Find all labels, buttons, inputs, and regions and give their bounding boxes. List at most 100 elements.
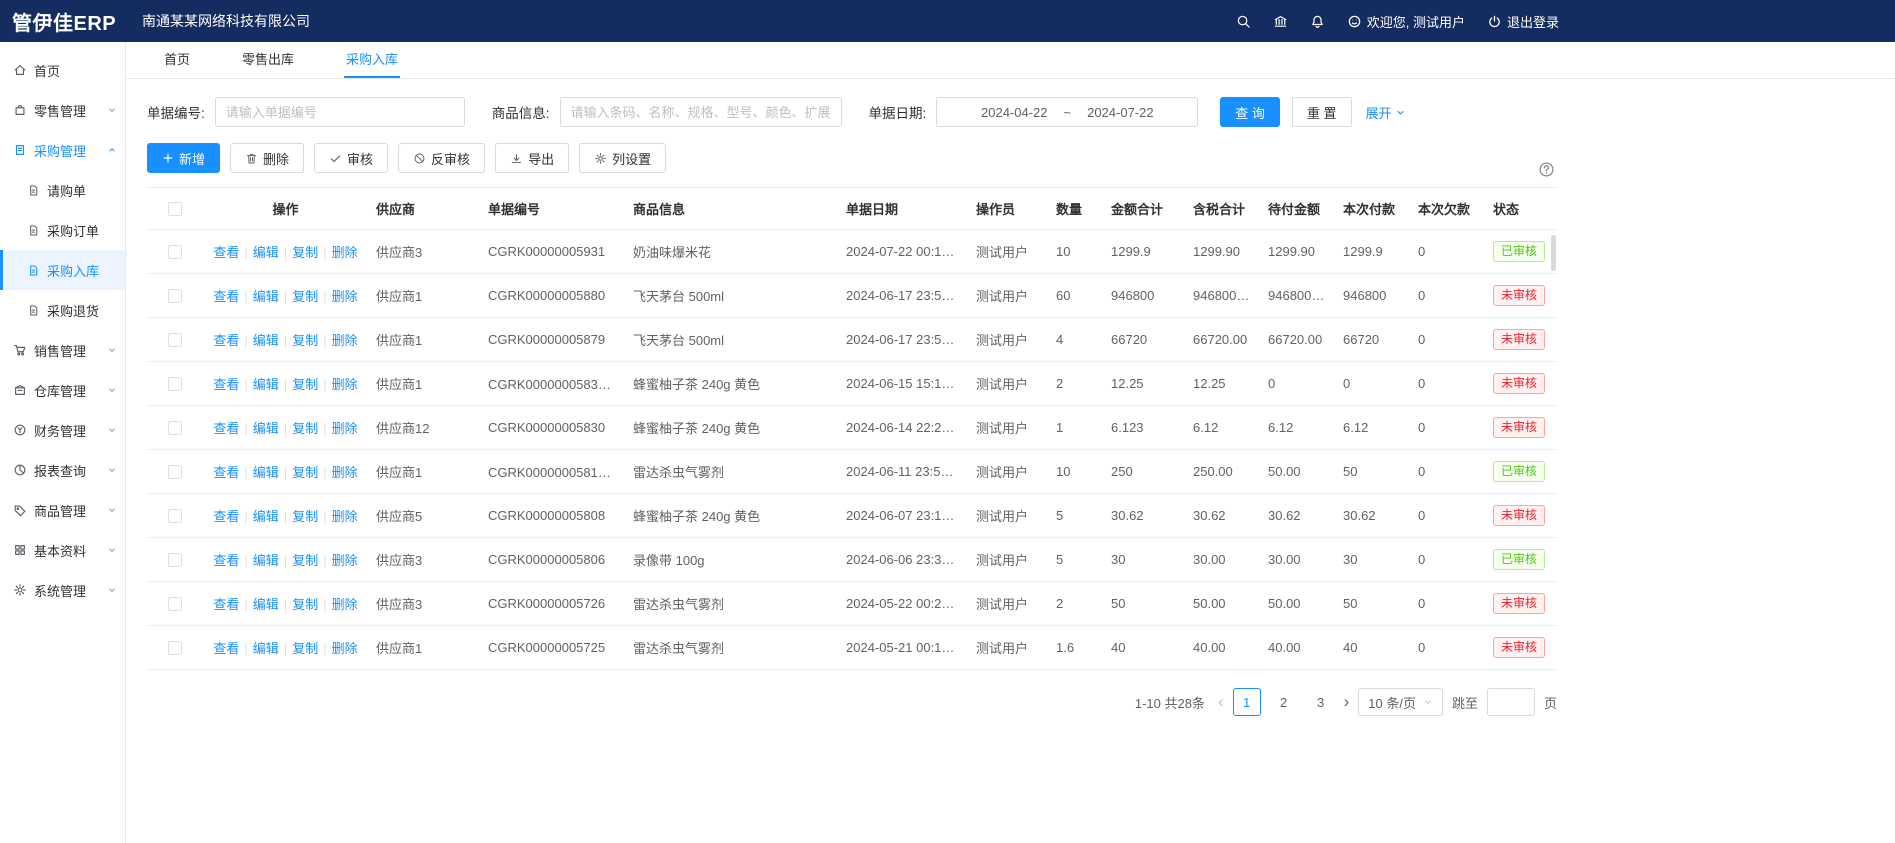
copy-link[interactable]: 复制 — [292, 465, 318, 480]
audit-button[interactable]: 审核 — [314, 143, 388, 173]
edit-link[interactable]: 编辑 — [253, 421, 279, 436]
delete-button[interactable]: 删除 — [230, 143, 304, 173]
tab-purchase-inbound[interactable]: 采购入库 — [344, 49, 400, 78]
search-icon[interactable] — [1236, 14, 1251, 29]
sidebar-item-purchase-return[interactable]: 采购退货 — [0, 290, 125, 330]
help-icon[interactable] — [1538, 161, 1555, 178]
copy-link[interactable]: 复制 — [292, 289, 318, 304]
sidebar-item-purchase[interactable]: 采购管理 — [0, 130, 125, 170]
edit-link[interactable]: 编辑 — [253, 465, 279, 480]
sidebar-item-finance[interactable]: 财务管理 — [0, 410, 125, 450]
delete-link[interactable]: 删除 — [332, 509, 358, 524]
copy-link[interactable]: 复制 — [292, 333, 318, 348]
edit-link[interactable]: 编辑 — [253, 553, 279, 568]
delete-link[interactable]: 删除 — [332, 289, 358, 304]
sidebar-item-warehouse[interactable]: 仓库管理 — [0, 370, 125, 410]
date-to-value[interactable]: 2024-07-22 — [1087, 105, 1154, 120]
row-checkbox[interactable] — [168, 245, 182, 259]
page-button-1[interactable]: 1 — [1233, 688, 1261, 716]
sidebar-item-basic-data[interactable]: 基本资料 — [0, 530, 125, 570]
copy-link[interactable]: 复制 — [292, 553, 318, 568]
logout-button[interactable]: 退出登录 — [1487, 12, 1559, 31]
export-button[interactable]: 导出 — [495, 143, 569, 173]
unaudit-button[interactable]: 反审核 — [398, 143, 485, 173]
delete-link[interactable]: 删除 — [332, 333, 358, 348]
doc-no-input[interactable] — [215, 97, 465, 127]
view-link[interactable]: 查看 — [213, 597, 239, 612]
sidebar-item-reports[interactable]: 报表查询 — [0, 450, 125, 490]
row-checkbox[interactable] — [168, 597, 182, 611]
sidebar-item-system[interactable]: 系统管理 — [0, 570, 125, 610]
edit-link[interactable]: 编辑 — [253, 597, 279, 612]
add-button[interactable]: 新增 — [147, 143, 220, 173]
copy-link[interactable]: 复制 — [292, 421, 318, 436]
page-size-select[interactable]: 10 条/页 — [1358, 688, 1443, 716]
sidebar-item-purchase-inbound[interactable]: 采购入库 — [0, 250, 125, 290]
sidebar-item-purchase-order[interactable]: 采购订单 — [0, 210, 125, 250]
edit-link[interactable]: 编辑 — [253, 641, 279, 656]
filter-bar: 单据编号: 商品信息: 单据日期: 2024-04-22 ~ 2024-07-2… — [147, 97, 1557, 127]
delete-link[interactable]: 删除 — [332, 245, 358, 260]
sidebar-item-goods[interactable]: 商品管理 — [0, 490, 125, 530]
reset-button[interactable]: 重 置 — [1292, 97, 1352, 127]
row-checkbox[interactable] — [168, 553, 182, 567]
delete-link[interactable]: 删除 — [332, 597, 358, 612]
copy-link[interactable]: 复制 — [292, 509, 318, 524]
view-link[interactable]: 查看 — [213, 421, 239, 436]
status-badge: 已审核 — [1493, 241, 1545, 262]
view-link[interactable]: 查看 — [213, 245, 239, 260]
view-link[interactable]: 查看 — [213, 641, 239, 656]
view-link[interactable]: 查看 — [213, 465, 239, 480]
view-link[interactable]: 查看 — [213, 377, 239, 392]
row-checkbox[interactable] — [168, 289, 182, 303]
copy-link[interactable]: 复制 — [292, 377, 318, 392]
select-all-checkbox[interactable] — [168, 202, 182, 216]
bell-icon[interactable] — [1310, 14, 1325, 29]
page-button-3[interactable]: 3 — [1307, 688, 1335, 716]
row-checkbox[interactable] — [168, 509, 182, 523]
bank-icon[interactable] — [1273, 14, 1288, 29]
copy-link[interactable]: 复制 — [292, 597, 318, 612]
row-checkbox[interactable] — [168, 377, 182, 391]
sidebar-item-sales[interactable]: 销售管理 — [0, 330, 125, 370]
view-link[interactable]: 查看 — [213, 289, 239, 304]
sidebar-item-retail[interactable]: 零售管理 — [0, 90, 125, 130]
copy-link[interactable]: 复制 — [292, 641, 318, 656]
copy-link[interactable]: 复制 — [292, 245, 318, 260]
row-checkbox[interactable] — [168, 641, 182, 655]
edit-link[interactable]: 编辑 — [253, 289, 279, 304]
prev-page-button[interactable]: ‹ — [1218, 692, 1224, 712]
doc-no-label: 单据编号: — [147, 102, 205, 122]
view-link[interactable]: 查看 — [213, 553, 239, 568]
product-info-input[interactable] — [560, 97, 842, 127]
date-range-picker[interactable]: 2024-04-22 ~ 2024-07-22 — [936, 97, 1198, 127]
edit-link[interactable]: 编辑 — [253, 377, 279, 392]
jump-page-input[interactable] — [1487, 688, 1535, 716]
row-checkbox[interactable] — [168, 421, 182, 435]
edit-link[interactable]: 编辑 — [253, 509, 279, 524]
doc-no-cell: CGRK00000005880 — [480, 274, 625, 318]
vertical-scrollbar[interactable] — [1551, 235, 1556, 271]
delete-link[interactable]: 删除 — [332, 641, 358, 656]
delete-link[interactable]: 删除 — [332, 377, 358, 392]
row-checkbox[interactable] — [168, 465, 182, 479]
delete-link[interactable]: 删除 — [332, 421, 358, 436]
payable-cell: 30.00 — [1260, 538, 1335, 582]
expand-link[interactable]: 展开 — [1366, 103, 1406, 122]
sidebar-item-purchase-request[interactable]: 请购单 — [0, 170, 125, 210]
delete-link[interactable]: 删除 — [332, 465, 358, 480]
next-page-button[interactable]: › — [1344, 692, 1350, 712]
view-link[interactable]: 查看 — [213, 333, 239, 348]
page-button-2[interactable]: 2 — [1270, 688, 1298, 716]
edit-link[interactable]: 编辑 — [253, 245, 279, 260]
tab-retail-outbound[interactable]: 零售出库 — [240, 49, 296, 78]
row-checkbox[interactable] — [168, 333, 182, 347]
search-button[interactable]: 查 询 — [1220, 97, 1280, 127]
edit-link[interactable]: 编辑 — [253, 333, 279, 348]
view-link[interactable]: 查看 — [213, 509, 239, 524]
date-from-value[interactable]: 2024-04-22 — [981, 105, 1048, 120]
tab-home[interactable]: 首页 — [162, 49, 192, 78]
sidebar-item-home[interactable]: 首页 — [0, 50, 125, 90]
delete-link[interactable]: 删除 — [332, 553, 358, 568]
column-settings-button[interactable]: 列设置 — [579, 143, 666, 173]
